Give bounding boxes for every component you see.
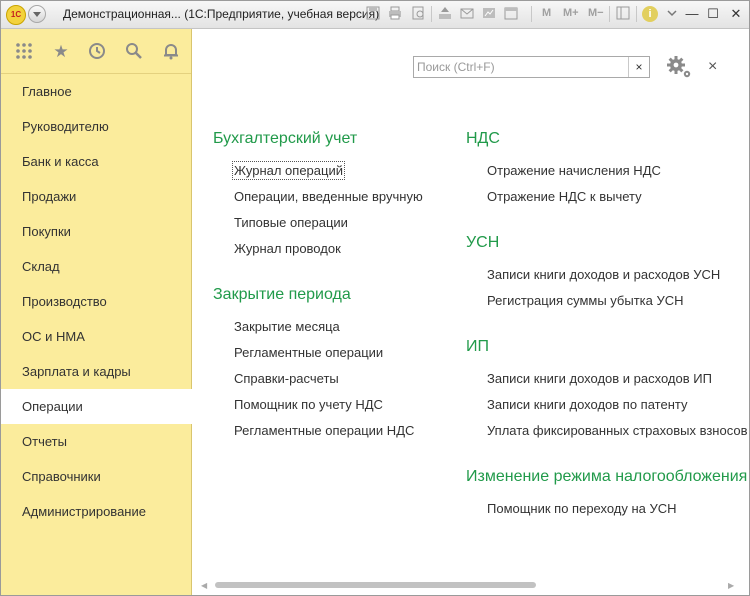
cmd-usn-loss-registration[interactable]: Регистрация суммы убытка УСН xyxy=(487,293,684,308)
maximize-button[interactable]: ☐ xyxy=(704,5,722,23)
toolbar-separator xyxy=(531,6,532,22)
cmd-usn-transition-assistant[interactable]: Помощник по переходу на УСН xyxy=(487,501,677,516)
section-fixed-assets[interactable]: ОС и НМА xyxy=(1,319,191,354)
memory-add-button[interactable]: M+ xyxy=(563,7,579,19)
cmd-fixed-insurance-payment[interactable]: Уплата фиксированных страховых взносов xyxy=(487,423,747,438)
group-title-usn: УСН xyxy=(466,234,500,251)
scroll-right-icon[interactable]: ▶ xyxy=(728,581,734,590)
info-icon[interactable]: i xyxy=(642,6,658,22)
cmd-postings-journal[interactable]: Журнал проводок xyxy=(234,241,341,256)
toolbar-separator xyxy=(431,6,432,22)
section-bank-cash[interactable]: Банк и касса xyxy=(1,144,191,179)
group-title-tax-mode-change: Изменение режима налогообложения xyxy=(466,468,748,485)
minimize-button[interactable]: — xyxy=(683,5,701,23)
toolbar-separator xyxy=(636,6,637,22)
group-title-period-closing: Закрытие периода xyxy=(213,286,351,303)
cmd-manual-operations[interactable]: Операции, введенные вручную xyxy=(234,189,423,204)
favorites-star-icon[interactable]: ★ xyxy=(51,42,71,62)
section-catalogs[interactable]: Справочники xyxy=(1,459,191,494)
search-clear-button[interactable]: × xyxy=(628,57,649,77)
main-menu-button[interactable] xyxy=(28,5,46,23)
horizontal-scrollbar[interactable]: ◀ ▶ xyxy=(192,575,749,595)
cmd-vat-accrual[interactable]: Отражение начисления НДС xyxy=(487,163,661,178)
all-functions-icon[interactable] xyxy=(14,42,34,62)
group-title-ip: ИП xyxy=(466,338,489,355)
memory-button[interactable]: M xyxy=(542,7,551,19)
cmd-routine-operations[interactable]: Регламентные операции xyxy=(234,345,383,360)
app-window: 1С Демонстрационная... (1С:Предприятие, … xyxy=(0,0,750,596)
upload-icon[interactable] xyxy=(437,6,453,22)
cmd-patent-book-entries[interactable]: Записи книги доходов по патенту xyxy=(487,397,687,412)
close-window-button[interactable]: ✕ xyxy=(727,5,745,23)
link-icon[interactable] xyxy=(481,6,497,22)
email-icon[interactable] xyxy=(459,6,475,22)
cmd-ip-book-entries[interactable]: Записи книги доходов и расходов ИП xyxy=(487,371,712,386)
section-main[interactable]: Главное xyxy=(1,74,191,109)
cmd-month-closing[interactable]: Закрытие месяца xyxy=(234,319,340,334)
calendar-icon[interactable] xyxy=(503,6,519,22)
sections-panel: ★ Главное Руководителю Банк и касса Прод… xyxy=(1,29,192,595)
scroll-left-icon[interactable]: ◀ xyxy=(201,581,207,590)
section-sales[interactable]: Продажи xyxy=(1,179,191,214)
cmd-calculation-certificates[interactable]: Справки-расчеты xyxy=(234,371,339,386)
scrollbar-thumb[interactable] xyxy=(215,582,536,588)
section-reports[interactable]: Отчеты xyxy=(1,424,191,459)
title-bar: 1С Демонстрационная... (1С:Предприятие, … xyxy=(1,1,749,29)
search-icon[interactable] xyxy=(124,42,144,62)
search-input[interactable] xyxy=(414,57,633,77)
group-title-vat: НДС xyxy=(466,130,500,147)
cmd-typical-operations[interactable]: Типовые операции xyxy=(234,215,348,230)
print-icon[interactable] xyxy=(387,6,403,22)
history-icon[interactable] xyxy=(87,42,107,62)
save-icon[interactable] xyxy=(365,6,381,22)
section-manager[interactable]: Руководителю xyxy=(1,109,191,144)
cmd-vat-routine-operations[interactable]: Регламентные операции НДС xyxy=(234,423,414,438)
toolbar-separator xyxy=(609,6,610,22)
cmd-vat-deduction[interactable]: Отражение НДС к вычету xyxy=(487,189,642,204)
section-warehouse[interactable]: Склад xyxy=(1,249,191,284)
close-panel-button[interactable]: × xyxy=(708,59,717,75)
preview-icon[interactable] xyxy=(411,6,427,22)
settings-gear-icon[interactable] xyxy=(666,55,692,79)
cmd-vat-assistant[interactable]: Помощник по учету НДС xyxy=(234,397,383,412)
window-title: Демонстрационная... (1С:Предприятие, уче… xyxy=(63,7,380,21)
section-salary-hr[interactable]: Зарплата и кадры xyxy=(1,354,191,389)
cmd-usn-book-entries[interactable]: Записи книги доходов и расходов УСН xyxy=(487,267,720,282)
memory-subtract-button[interactable]: M− xyxy=(588,7,604,19)
dropdown-arrow-icon[interactable] xyxy=(663,5,681,23)
app-logo-icon: 1С xyxy=(6,5,26,25)
sections-list: Главное Руководителю Банк и касса Продаж… xyxy=(1,74,192,529)
section-administration[interactable]: Администрирование xyxy=(1,494,191,529)
cmd-operations-journal[interactable]: Журнал операций xyxy=(232,161,345,180)
section-purchases[interactable]: Покупки xyxy=(1,214,191,249)
panels-icon[interactable] xyxy=(615,6,631,22)
section-operations[interactable]: Операции xyxy=(1,389,192,424)
search-box: × xyxy=(413,56,650,78)
sidebar-toolbar: ★ xyxy=(1,29,191,74)
section-production[interactable]: Производство xyxy=(1,284,191,319)
group-title-accounting: Бухгалтерский учет xyxy=(213,130,358,147)
notifications-bell-icon[interactable] xyxy=(161,42,181,62)
function-panel: × × Бухгалт xyxy=(192,29,749,595)
